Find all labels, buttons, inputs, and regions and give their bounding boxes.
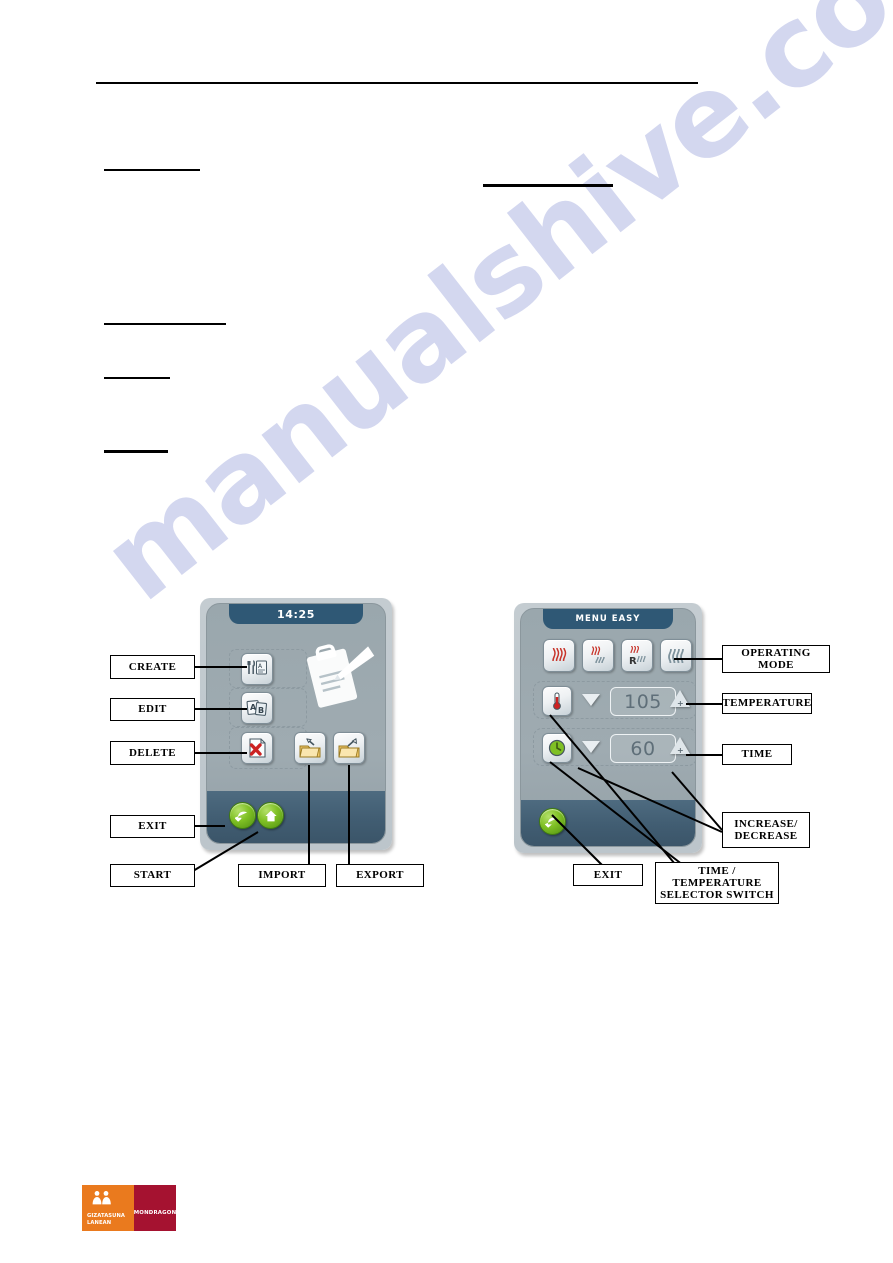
device-screen: 14:25 A A B [206, 603, 386, 844]
recipe-menu-device: 14:25 A A B [200, 598, 392, 850]
heat-steam-icon[interactable] [582, 639, 614, 672]
leader-delete [195, 752, 247, 754]
export-folder-icon[interactable] [333, 732, 365, 764]
section-underline-5 [104, 450, 168, 453]
clipboard-pencil-illustration [302, 638, 380, 716]
svg-text:R: R [629, 656, 637, 667]
convection-heat-icon[interactable] [543, 639, 575, 672]
logo-gizatasuna-text: GIZATASUNA LANEAN [87, 1213, 125, 1226]
callout-exit-right: EXIT [573, 864, 643, 886]
edit-recipe-glyph: A B [246, 700, 268, 716]
heat-steam-glyph [591, 645, 605, 663]
watermark-text: manualshive.com [79, 0, 893, 627]
callout-increase-decrease-line1: INCREASE/ [734, 817, 798, 830]
logo-line1: GIZATASUNA [87, 1213, 126, 1220]
section-underline-3 [104, 323, 226, 325]
section-underline-4 [104, 377, 170, 379]
leader-operating-mode [674, 658, 722, 660]
footer-logo: GIZATASUNA LANEAN MONDRAGON [82, 1185, 176, 1231]
create-recipe-glyph: A [247, 660, 267, 675]
callout-increase-decrease: INCREASE/ DECREASE [722, 812, 810, 848]
logo-gizatasuna: GIZATASUNA LANEAN [82, 1185, 134, 1231]
svg-text:B: B [258, 706, 264, 715]
callout-increase-decrease-line2: DECREASE [734, 830, 798, 842]
callout-export: EXPORT [336, 864, 424, 887]
logo-line2: LANEAN [87, 1219, 112, 1226]
import-folder-icon[interactable] [294, 732, 326, 764]
document-page: manualshive.com 14:25 A A B MENU EASY R … [0, 0, 893, 1263]
convection-heat-glyph [552, 647, 567, 661]
header-rule [96, 82, 698, 84]
logo-brand-text: MONDRAGON [133, 1210, 177, 1216]
logo-mondragon: MONDRAGON [134, 1185, 176, 1231]
create-recipe-icon[interactable]: A [241, 653, 273, 685]
leader-create [195, 666, 247, 668]
callout-temperature: TEMPERATURE [722, 693, 812, 714]
export-folder-glyph [338, 738, 360, 758]
people-icon [92, 1191, 111, 1205]
callout-time: TIME [722, 744, 792, 765]
operating-mode-row: R [535, 639, 695, 673]
leader-edit [195, 708, 247, 710]
callout-exit-left: EXIT [110, 815, 195, 838]
steam-glyph [668, 648, 684, 663]
delete-recipe-icon[interactable] [241, 732, 273, 764]
import-folder-glyph [299, 738, 321, 758]
menu-easy-titlebar: MENU EASY [543, 609, 673, 629]
callout-selector-switch: TIME / TEMPERATURE SELECTOR SWITCH [655, 862, 779, 904]
regeneration-icon[interactable]: R [621, 639, 653, 672]
callout-selector-line3: SELECTOR SWITCH [660, 889, 774, 902]
callout-edit: EDIT [110, 698, 195, 721]
callout-import: IMPORT [238, 864, 326, 887]
clipboard-glyph [306, 644, 375, 708]
callout-delete: DELETE [110, 741, 195, 765]
section-underline-2 [483, 184, 613, 187]
callout-start: START [110, 864, 195, 887]
regeneration-glyph: R [629, 645, 646, 667]
callout-operating-mode: OPERATING MODE [722, 645, 830, 673]
callout-selector-line2: TEMPERATURE [672, 876, 762, 889]
delete-recipe-glyph [249, 738, 266, 758]
steam-icon[interactable] [660, 639, 692, 672]
clock-titlebar: 14:25 [229, 604, 363, 624]
callout-selector-line1: TIME / [698, 864, 736, 877]
section-underline-1 [104, 169, 200, 171]
leader-export [348, 765, 350, 865]
callout-create: CREATE [110, 655, 195, 679]
leader-import [308, 765, 310, 865]
